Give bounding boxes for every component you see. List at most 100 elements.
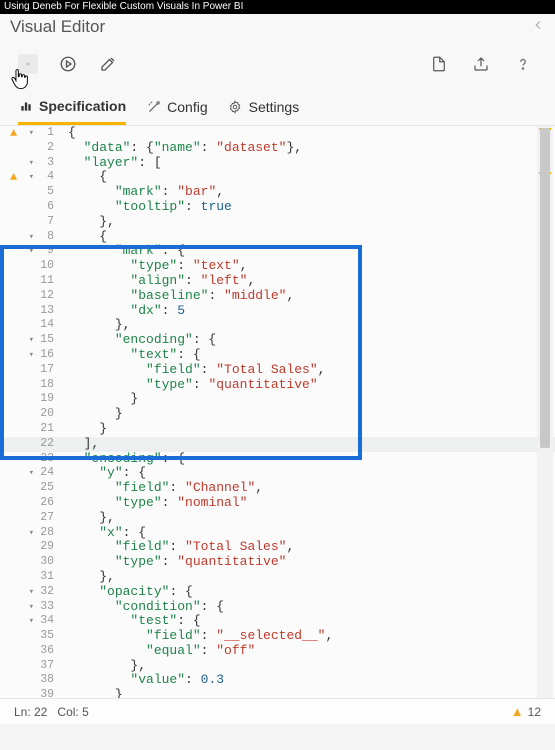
code-text[interactable]: "field": "Total Sales", — [58, 540, 294, 555]
code-line[interactable]: 21 } — [0, 422, 555, 437]
code-line[interactable]: 13 "dx": 5 — [0, 304, 555, 319]
code-line[interactable]: ▾8 { — [0, 230, 555, 245]
code-line[interactable]: ▾33 "condition": { — [0, 600, 555, 615]
code-text[interactable]: "data": {"name": "dataset"}, — [58, 141, 302, 156]
gutter[interactable]: 21 — [0, 422, 58, 437]
gutter[interactable]: ▾3 — [0, 156, 58, 171]
gutter[interactable]: ▾24 — [0, 466, 58, 481]
code-text[interactable]: "type": "quantitative" — [58, 555, 286, 570]
gutter[interactable]: 27 — [0, 511, 58, 526]
code-editor[interactable]: ▲▾1{2 "data": {"name": "dataset"},▾3 "la… — [0, 126, 555, 698]
gutter[interactable]: ▲▾1 — [0, 126, 58, 141]
code-text[interactable]: "align": "left", — [58, 274, 255, 289]
scroll-thumb[interactable] — [540, 128, 550, 448]
code-text[interactable]: "field": "Channel", — [58, 481, 263, 496]
code-line[interactable]: ▾34 "test": { — [0, 614, 555, 629]
tab-specification[interactable]: Specification — [18, 90, 126, 125]
code-text[interactable]: "y": { — [58, 466, 146, 481]
code-line[interactable]: 37 }, — [0, 659, 555, 674]
gutter[interactable]: ▾34 — [0, 614, 58, 629]
fold-toggle-icon[interactable]: ▾ — [29, 170, 34, 185]
vertical-scrollbar[interactable] — [537, 126, 553, 698]
gutter[interactable]: ▾9 — [0, 244, 58, 259]
code-line[interactable]: ▲▾4 { — [0, 170, 555, 185]
code-text[interactable]: "text": { — [58, 348, 201, 363]
code-line[interactable]: ▾28 "x": { — [0, 526, 555, 541]
gutter[interactable]: ▲▾4 — [0, 170, 58, 185]
fold-toggle-icon[interactable]: ▾ — [29, 126, 34, 141]
code-text[interactable]: "layer": [ — [58, 156, 162, 171]
gutter[interactable]: 6 — [0, 200, 58, 215]
gutter[interactable]: 14 — [0, 318, 58, 333]
collapse-icon[interactable] — [531, 18, 545, 37]
new-spec-icon[interactable] — [429, 54, 449, 74]
code-line[interactable]: ▾32 "opacity": { — [0, 585, 555, 600]
code-line[interactable]: 20 } — [0, 407, 555, 422]
code-text[interactable]: } — [58, 407, 123, 422]
gutter[interactable]: 39 — [0, 688, 58, 698]
fold-toggle-icon[interactable]: ▾ — [29, 600, 34, 615]
gutter[interactable]: 36 — [0, 644, 58, 659]
code-text[interactable]: }, — [58, 215, 115, 230]
code-line[interactable]: 17 "field": "Total Sales", — [0, 363, 555, 378]
code-text[interactable]: "encoding": { — [58, 452, 185, 467]
code-text[interactable]: "type": "nominal" — [58, 496, 247, 511]
warning-icon[interactable]: ▲ — [511, 704, 524, 719]
code-line[interactable]: 11 "align": "left", — [0, 274, 555, 289]
code-text[interactable]: "encoding": { — [58, 333, 216, 348]
code-line[interactable]: 2 "data": {"name": "dataset"}, — [0, 141, 555, 156]
code-text[interactable]: "equal": "off" — [58, 644, 255, 659]
code-text[interactable]: "mark": { — [58, 244, 185, 259]
code-line[interactable]: 22 ], — [0, 437, 555, 452]
code-text[interactable]: "type": "text", — [58, 259, 247, 274]
code-line[interactable]: ▾24 "y": { — [0, 466, 555, 481]
gutter[interactable]: 5 — [0, 185, 58, 200]
code-text[interactable]: "field": "Total Sales", — [58, 363, 325, 378]
code-line[interactable]: 12 "baseline": "middle", — [0, 289, 555, 304]
code-text[interactable]: { — [58, 126, 76, 141]
code-text[interactable]: "x": { — [58, 526, 146, 541]
gutter[interactable]: ▾15 — [0, 333, 58, 348]
gutter[interactable]: ▾33 — [0, 600, 58, 615]
gutter[interactable]: 26 — [0, 496, 58, 511]
fold-toggle-icon[interactable]: ▾ — [29, 452, 34, 467]
gutter[interactable]: ▾28 — [0, 526, 58, 541]
fold-toggle-icon[interactable]: ▾ — [29, 348, 34, 363]
code-line[interactable]: 25 "field": "Channel", — [0, 481, 555, 496]
fold-toggle-icon[interactable]: ▾ — [29, 230, 34, 245]
tab-config[interactable]: Config — [146, 91, 207, 123]
code-text[interactable]: } — [58, 688, 123, 698]
code-text[interactable]: "test": { — [58, 614, 201, 629]
code-text[interactable]: }, — [58, 511, 115, 526]
gutter[interactable]: 19 — [0, 392, 58, 407]
gutter[interactable]: 20 — [0, 407, 58, 422]
gutter[interactable]: ▾23 — [0, 452, 58, 467]
code-text[interactable]: "opacity": { — [58, 585, 193, 600]
code-text[interactable]: "baseline": "middle", — [58, 289, 294, 304]
code-line[interactable]: 18 "type": "quantitative" — [0, 378, 555, 393]
code-text[interactable]: }, — [58, 318, 130, 333]
code-line[interactable]: 14 }, — [0, 318, 555, 333]
code-text[interactable]: { — [58, 230, 107, 245]
code-text[interactable]: }, — [58, 659, 146, 674]
repair-icon[interactable] — [98, 54, 118, 74]
fold-toggle-icon[interactable]: ▾ — [29, 156, 34, 171]
fold-toggle-icon[interactable]: ▾ — [29, 526, 34, 541]
code-line[interactable]: 19 } — [0, 392, 555, 407]
gutter[interactable]: 31 — [0, 570, 58, 585]
gutter[interactable]: 22 — [0, 437, 58, 452]
autoplay-icon[interactable] — [58, 54, 78, 74]
code-line[interactable]: ▾3 "layer": [ — [0, 156, 555, 171]
code-line[interactable]: 31 }, — [0, 570, 555, 585]
code-line[interactable]: 6 "tooltip": true — [0, 200, 555, 215]
code-text[interactable]: "value": 0.3 — [58, 673, 224, 688]
gutter[interactable]: 2 — [0, 141, 58, 156]
gutter[interactable]: ▾32 — [0, 585, 58, 600]
gutter[interactable]: 12 — [0, 289, 58, 304]
code-line[interactable]: 38 "value": 0.3 — [0, 673, 555, 688]
code-text[interactable]: "field": "__selected__", — [58, 629, 333, 644]
code-line[interactable]: ▲▾1{ — [0, 126, 555, 141]
code-text[interactable]: { — [58, 170, 107, 185]
gutter[interactable]: 38 — [0, 673, 58, 688]
code-line[interactable]: 7 }, — [0, 215, 555, 230]
